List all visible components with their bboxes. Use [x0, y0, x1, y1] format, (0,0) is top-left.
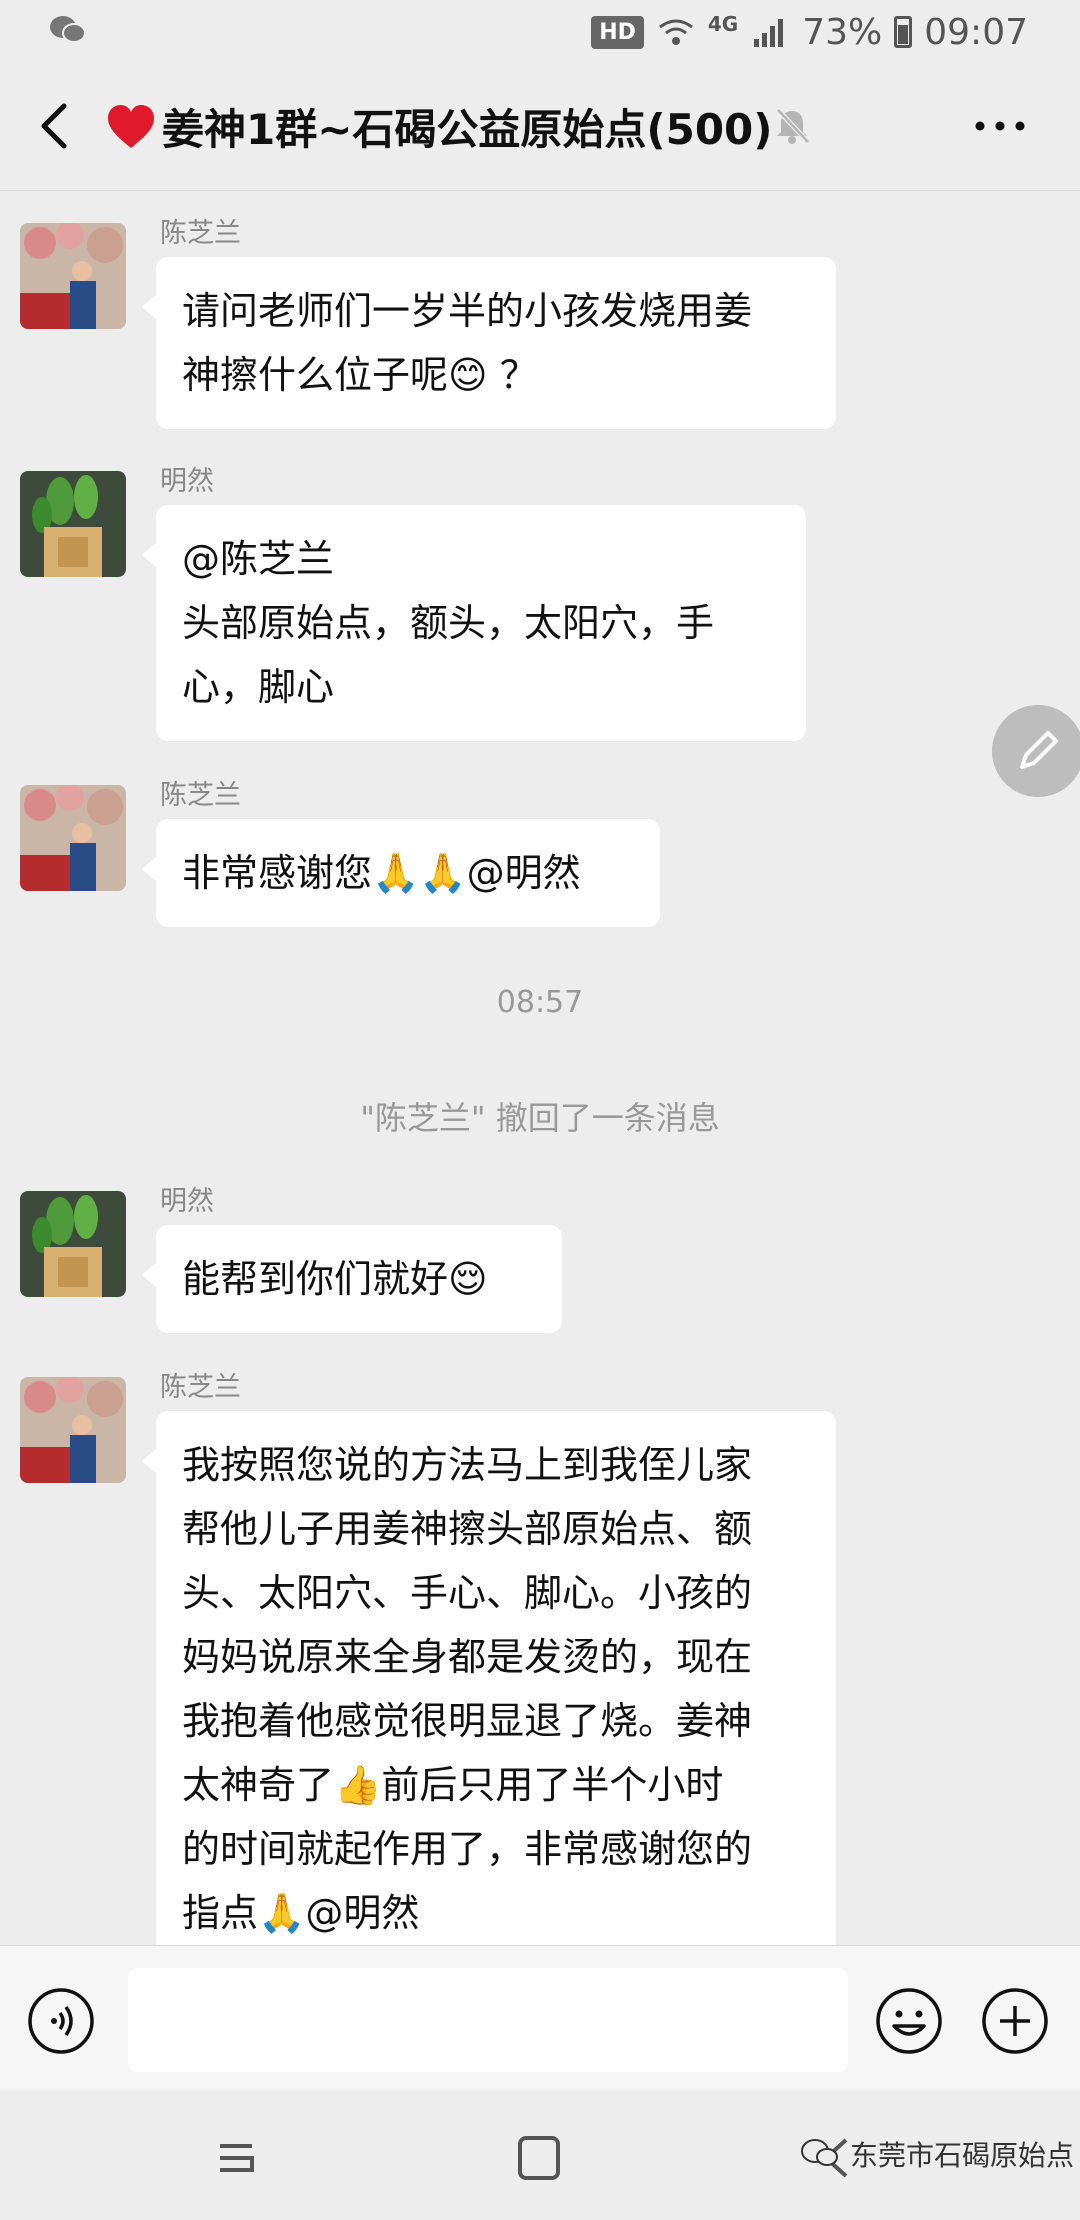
wechat-icon [801, 2139, 838, 2166]
battery-icon [894, 16, 913, 48]
sender-name: 陈芝兰 [160, 218, 241, 249]
emoji-icon[interactable] [874, 1986, 944, 2056]
sender-name: 明然 [160, 466, 214, 497]
voice-icon[interactable] [26, 1986, 96, 2056]
avatar[interactable] [20, 785, 126, 891]
home-icon[interactable] [516, 2134, 562, 2182]
timestamp: 08:57 [496, 985, 584, 1020]
wechat-icon [50, 16, 86, 43]
hd-badge: HD [591, 15, 644, 49]
sender-name: 陈芝兰 [160, 1372, 241, 1403]
message-bubble[interactable]: 请问老师们一岁半的小孩发烧用姜 神擦什么位子呢😊 ？ [142, 257, 836, 429]
battery-percent: 73% [802, 11, 883, 53]
clock: 09:07 [924, 11, 1028, 53]
message-bubble[interactable]: 我按照您说的方法马上到我侄儿家 帮他儿子用姜神擦头部原始点、额 头、太阳穴、手心… [142, 1411, 836, 1945]
sender-name: 明然 [160, 1186, 214, 1217]
message-input[interactable] [128, 1968, 848, 2072]
wifi-icon [658, 19, 693, 45]
message-bubble[interactable]: 非常感谢您🙏🙏@明然 [142, 819, 660, 927]
message-bubble[interactable]: @陈芝兰 头部原始点，额头，太阳穴，手 心，脚心 [142, 505, 806, 741]
avatar[interactable] [20, 1191, 126, 1297]
status-bar: HD 4G 73% 09:07 [0, 0, 1080, 62]
heart-icon [108, 105, 154, 148]
system-nav-bar: 东莞市石碣原始点 [0, 2090, 1080, 2220]
bell-mute-icon [776, 108, 810, 144]
pencil-icon[interactable] [992, 705, 1080, 797]
signal-icon [754, 19, 784, 47]
plus-icon[interactable] [980, 1986, 1050, 2056]
chevron-left-icon[interactable] [30, 98, 80, 154]
sender-name: 陈芝兰 [160, 780, 241, 811]
chat-header: 姜神1群~石碣公益原始点(500) [0, 62, 1080, 191]
network-type: 4G [707, 12, 739, 36]
chat-title: 姜神1群~石碣公益原始点(500) [162, 105, 773, 154]
input-bar [0, 1945, 1080, 2091]
recall-notice: "陈芝兰" 撤回了一条消息 [360, 1099, 720, 1137]
avatar[interactable] [20, 1377, 126, 1483]
recent-apps-icon[interactable] [214, 2136, 258, 2180]
message-list[interactable]: 陈芝兰 请问老师们一岁半的小孩发烧用姜 神擦什么位子呢😊 ？ 明然 @陈芝兰 头… [0, 191, 1080, 1945]
avatar[interactable] [20, 471, 126, 577]
watermark-text: 东莞市石碣原始点 [850, 2139, 1075, 2172]
more-dots-icon[interactable] [970, 108, 1030, 144]
avatar[interactable] [20, 223, 126, 329]
watermark: 东莞市石碣原始点 [800, 2134, 1074, 2174]
message-bubble[interactable]: 能帮到你们就好😌 [142, 1225, 562, 1333]
status-indicators: HD 4G 73% 09:07 [591, 10, 1028, 54]
